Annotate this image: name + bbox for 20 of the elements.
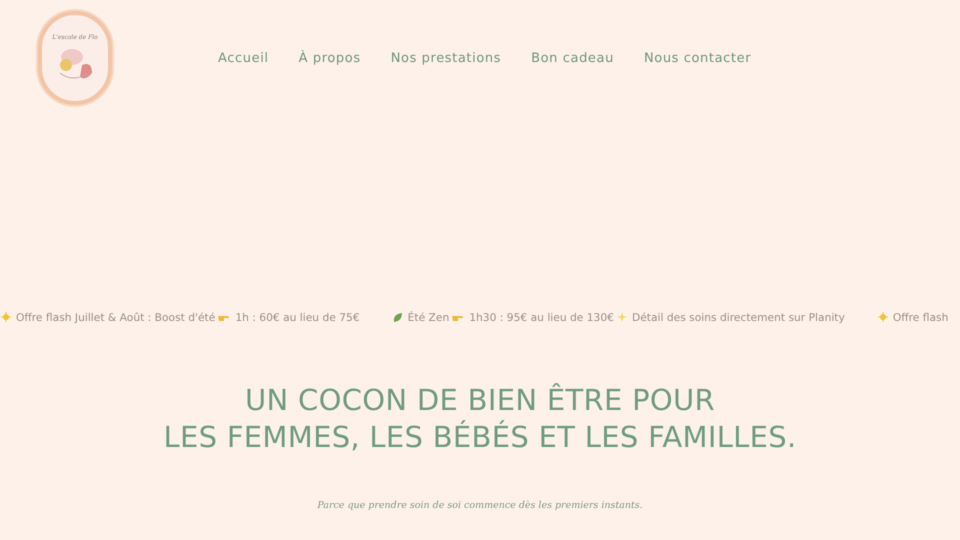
nav-link[interactable]: Nos prestations xyxy=(390,50,502,66)
tagline: Parce que prendre soin de soi commence dès les premiers instants. xyxy=(317,500,643,511)
nav-link[interactable]: Nous contacter xyxy=(644,50,752,66)
promo-text: Offre flash xyxy=(892,310,948,324)
promo-text: 1h : 60€ au lieu de 75€ xyxy=(235,310,360,324)
hero-title: LES FEMMES, LES BÉBÉS ET LES FAMILLES. xyxy=(164,419,796,456)
nav-link[interactable]: Accueil xyxy=(218,50,269,66)
pointing-hand-icon xyxy=(452,313,464,321)
nav-link[interactable]: À propos xyxy=(298,50,361,66)
sun-icon xyxy=(878,312,888,322)
pointing-hand-icon xyxy=(218,313,230,321)
promo-text: 1h30 : 95€ au lieu de 130€ xyxy=(469,310,614,324)
promo-text: Été Zen xyxy=(408,310,450,324)
leaf-icon xyxy=(392,312,403,322)
sun-icon xyxy=(1,312,11,322)
promo-text: Détail des soins directement sur Planity xyxy=(632,310,845,324)
sparkle-icon xyxy=(616,312,627,322)
promo-text: Offre flash Juillet & Août : Boost d'été xyxy=(16,310,216,324)
nav-link[interactable]: Bon cadeau xyxy=(531,50,614,66)
hero-title: UN COCON DE BIEN ÊTRE POUR xyxy=(245,382,715,419)
